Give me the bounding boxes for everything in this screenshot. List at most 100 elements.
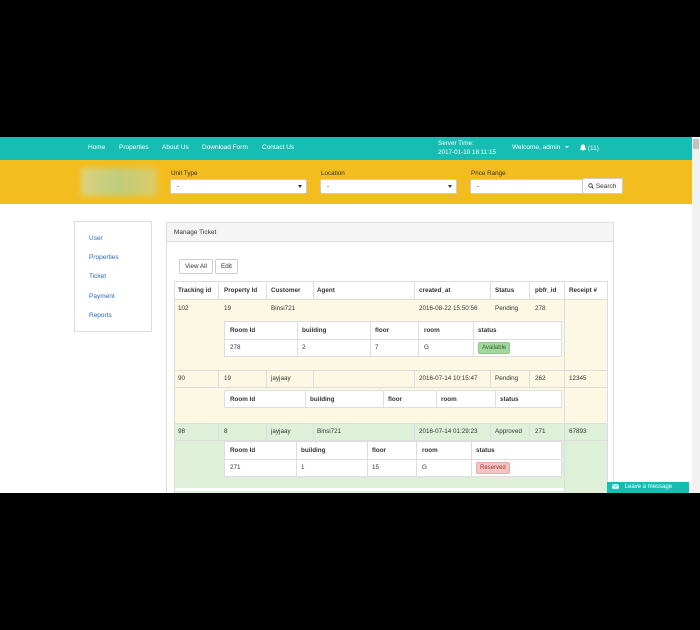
unit-type-select[interactable]: - — [170, 179, 307, 194]
col-header-customer: Customer — [271, 287, 301, 294]
col-header-tracking-id: Tracking id — [178, 287, 212, 294]
room-detail-table: Room Id building floor room status 271 1… — [224, 441, 562, 477]
server-time-label: Server Time: — [438, 140, 474, 147]
user-menu-dropdown[interactable]: Welcome, admin — [512, 144, 570, 151]
sidebar-item-reports[interactable]: Reports — [89, 312, 112, 319]
sub-header-room-id: Room Id — [230, 447, 256, 454]
status-badge: Reserved — [476, 462, 510, 474]
search-button[interactable]: Search — [582, 178, 623, 194]
search-icon — [588, 183, 594, 189]
table-cell: G — [424, 344, 429, 351]
col-header-created-at: created_at — [419, 287, 451, 294]
leave-message-button[interactable]: Leave a message — [607, 482, 689, 493]
server-time-value: 2017-01-10 18:11:15 — [438, 149, 497, 156]
sub-header-floor: floor — [375, 327, 389, 334]
table-cell: Binsi721 — [317, 428, 342, 435]
sidebar-item-properties[interactable]: Properties — [89, 254, 119, 261]
sidebar-item-payment[interactable]: Payment — [89, 293, 115, 300]
table-cell: 19 — [224, 305, 232, 312]
table-cell: 19 — [224, 375, 232, 382]
table-cell: Pending — [495, 305, 519, 312]
location-select[interactable]: - — [320, 179, 457, 194]
col-header-pbfr-id: pbfr_id — [535, 287, 557, 294]
chevron-down-icon — [448, 185, 452, 188]
table-cell: jayjaay — [271, 375, 291, 382]
search-button-label: Search — [595, 183, 617, 190]
price-range-value: - — [477, 183, 480, 190]
col-header-status: Status — [495, 287, 515, 294]
sub-header-building: building — [302, 327, 327, 334]
notification-count: (11) — [587, 145, 599, 152]
search-filter-bar: Unit Type - Location - Price Range - Sea… — [0, 160, 692, 204]
welcome-text: Welcome, admin — [512, 144, 561, 151]
sub-header-room: room — [422, 447, 438, 454]
table-cell: 7 — [375, 344, 379, 351]
table-cell: Pending — [495, 375, 519, 382]
room-detail-table: Room Id building floor room status — [224, 390, 562, 408]
unit-type-label: Unit Type — [171, 170, 198, 177]
table-cell: 2016-07-14 01:29:23 — [419, 428, 478, 435]
table-cell: 2 — [302, 344, 306, 351]
top-navbar: Home Properties About Us Download Form C… — [0, 137, 692, 160]
table-cell: 98 — [178, 428, 186, 435]
server-time: Server Time: 2017-01-10 18:11:15 — [438, 139, 496, 157]
sub-header-floor: floor — [388, 396, 402, 403]
manage-ticket-panel: Manage Ticket View All Edit Tracking id … — [166, 222, 614, 493]
table-cell: 262 — [535, 375, 546, 382]
table-cell: 2016-08-22 15:50:56 — [419, 305, 478, 312]
sidebar-menu: User Properties Ticket Payment Reports — [74, 221, 152, 332]
page-scrollbar[interactable] — [692, 137, 700, 493]
view-all-button[interactable]: View All — [179, 259, 213, 274]
location-value: - — [327, 183, 330, 190]
table-cell: 278 — [230, 344, 241, 351]
table-cell: G — [422, 464, 427, 471]
location-label: Location — [321, 170, 345, 177]
sub-header-room-id: Room Id — [230, 396, 256, 403]
sub-header-status: status — [478, 327, 497, 334]
sub-header-room: room — [441, 396, 457, 403]
notifications-button[interactable]: (11) — [580, 144, 599, 152]
col-header-agent: Agent — [317, 287, 335, 294]
table-cell: jayjaay — [271, 428, 291, 435]
browser-viewport: Home Properties About Us Download Form C… — [0, 137, 700, 493]
nav-home-link[interactable]: Home — [88, 144, 105, 151]
sub-header-building: building — [301, 447, 326, 454]
table-cell: Binsi721 — [271, 305, 296, 312]
table-cell: 15 — [372, 464, 380, 471]
scrollbar-thumb[interactable] — [693, 139, 699, 149]
sidebar-item-ticket[interactable]: Ticket — [89, 273, 106, 280]
sub-header-status: status — [500, 396, 519, 403]
sub-header-room: room — [424, 327, 440, 334]
panel-title: Manage Ticket — [167, 223, 613, 242]
table-cell: 90 — [178, 375, 186, 382]
sidebar-item-user[interactable]: User — [89, 235, 103, 242]
envelope-icon — [612, 484, 619, 489]
edit-button[interactable]: Edit — [215, 259, 238, 274]
table-cell: 2016-07-14 10:15:47 — [419, 375, 478, 382]
nav-about-link[interactable]: About Us — [162, 144, 189, 151]
table-cell: 12345 — [569, 375, 587, 382]
leave-message-label: Leave a message — [624, 484, 673, 490]
sub-header-floor: floor — [372, 447, 386, 454]
nav-properties-link[interactable]: Properties — [119, 144, 149, 151]
table-cell: 1 — [301, 464, 305, 471]
bell-icon — [580, 144, 586, 151]
col-header-receipt: Receipt # — [569, 287, 597, 294]
sub-header-building: building — [310, 396, 335, 403]
sub-header-room-id: Room Id — [230, 327, 256, 334]
nav-contact-link[interactable]: Contact Us — [262, 144, 294, 151]
table-cell: 271 — [535, 428, 546, 435]
nav-download-form-link[interactable]: Download Form — [202, 144, 248, 151]
table-cell: 271 — [230, 464, 241, 471]
table-cell: 8 — [224, 428, 228, 435]
room-detail-table: Room Id building floor room status 278 2… — [224, 321, 562, 357]
table-cell: 67893 — [569, 428, 587, 435]
status-badge: Available — [478, 342, 511, 354]
sub-header-status: status — [476, 447, 495, 454]
table-cell: 278 — [535, 305, 546, 312]
chevron-down-icon — [565, 146, 570, 149]
chevron-down-icon — [298, 185, 302, 188]
site-logo — [81, 168, 157, 196]
unit-type-value: - — [177, 183, 180, 190]
table-cell: Approved — [495, 428, 522, 435]
